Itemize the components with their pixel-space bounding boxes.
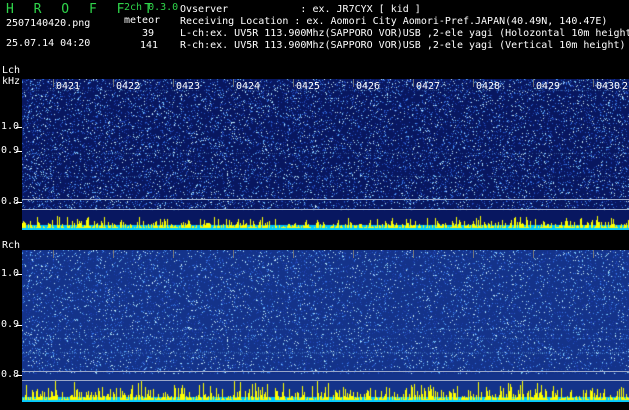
minute-label-edge: 2 — [622, 81, 629, 92]
minute-gridline — [173, 250, 174, 258]
minute-gridline — [113, 250, 114, 258]
minute-label: 0428 — [476, 81, 501, 92]
minute-gridline — [113, 79, 114, 87]
minute-gridline — [173, 79, 174, 87]
minute-label: 0429 — [536, 81, 561, 92]
minute-label: 0430 — [596, 81, 621, 92]
location-info: Receiving Location : ex. Aomori City Aom… — [180, 16, 608, 27]
lch-tickmark — [16, 151, 22, 152]
minute-gridline — [53, 250, 54, 258]
minute-gridline — [593, 250, 594, 258]
lch-reference-line — [22, 199, 629, 200]
lch-channel-label: Lch — [2, 65, 21, 76]
rch-tickmark — [16, 375, 22, 376]
minute-gridline — [233, 79, 234, 87]
rch-reference-line — [22, 371, 629, 372]
khz-unit-label: kHz — [2, 76, 21, 87]
lch-meteor-count: 39 — [142, 28, 155, 39]
minute-gridline — [293, 79, 294, 87]
lch-tickmark — [16, 127, 22, 128]
minute-gridline — [233, 250, 234, 258]
rch-meteor-count: 141 — [140, 40, 159, 51]
minute-gridline — [473, 250, 474, 258]
rch-tickmark — [16, 274, 22, 275]
rch-tickmark — [16, 325, 22, 326]
minute-gridline — [53, 79, 54, 87]
minute-gridline — [413, 79, 414, 87]
mode-label: 2ch 0.3.0 — [124, 2, 179, 13]
minute-label: 0423 — [176, 81, 201, 92]
lch-spectrogram — [22, 79, 629, 230]
lch-tickmark — [16, 202, 22, 203]
lch-reference-line — [22, 209, 629, 210]
minute-gridline — [533, 79, 534, 87]
minute-label: 0422 — [116, 81, 141, 92]
minute-gridline — [473, 79, 474, 87]
rch-reference-line — [22, 380, 629, 381]
minute-gridline — [353, 250, 354, 258]
minute-label: 0427 — [416, 81, 441, 92]
minute-gridline — [413, 250, 414, 258]
minute-label: 0425 — [296, 81, 321, 92]
filename-label: 2507140420.png — [6, 18, 91, 29]
minute-gridline — [353, 79, 354, 87]
rch-channel-label: Rch — [2, 240, 21, 251]
minute-gridline — [293, 250, 294, 258]
rch-receiver-info: R-ch:ex. UV5R 113.900Mhz(SAPPORO VOR)USB… — [180, 40, 626, 51]
minute-label: 0424 — [236, 81, 261, 92]
meteor-label: meteor — [124, 15, 161, 26]
minute-gridline — [593, 79, 594, 87]
minute-label: 0426 — [356, 81, 381, 92]
datetime-label: 25.07.14 04:20 — [6, 38, 91, 49]
minute-gridline — [533, 250, 534, 258]
minute-label: 0421 — [56, 81, 81, 92]
lch-receiver-info: L-ch:ex. UV5R 113.900Mhz(SAPPORO VOR)USB… — [180, 28, 629, 39]
observer-info: Ovserver : ex. JR7CYX [ kid ] — [180, 4, 421, 15]
